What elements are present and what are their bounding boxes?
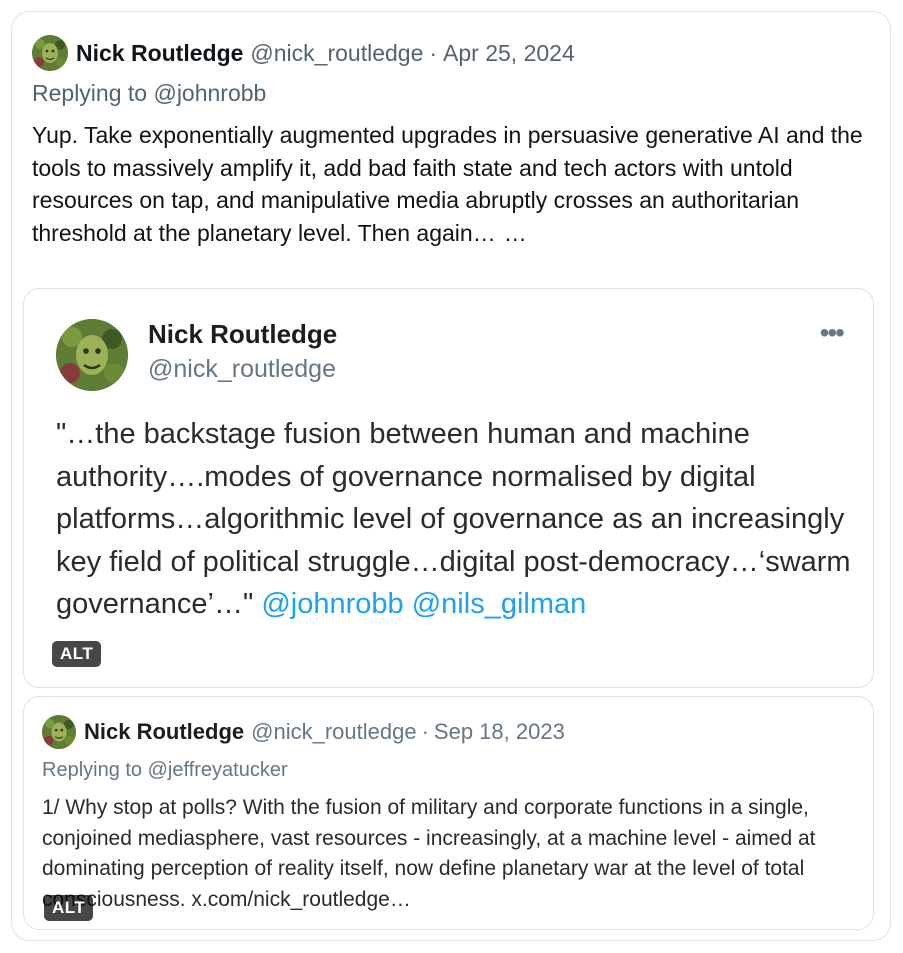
tweet-date[interactable]: Apr 25, 2024: [443, 40, 575, 67]
tweet-card[interactable]: Nick Routledge @nick_routledge · Apr 25,…: [11, 11, 891, 941]
tweet-header: Nick Routledge @nick_routledge · Apr 25,…: [32, 35, 575, 71]
show-more-ellipsis[interactable]: …: [504, 220, 527, 246]
image-quote-text: "…the backstage fusion between human and…: [56, 413, 856, 626]
author-handle[interactable]: @nick_routledge: [250, 40, 423, 67]
image2-header: Nick Routledge @nick_routledge · Sep 18,…: [42, 715, 565, 749]
replying-to-mention[interactable]: @johnrobb: [153, 80, 266, 106]
more-options-icon: •••: [819, 317, 845, 348]
alt-text-badge[interactable]: ALT: [44, 895, 94, 921]
attached-image-2[interactable]: Nick Routledge @nick_routledge · Sep 18,…: [23, 696, 874, 930]
portrait-avatar-icon[interactable]: [32, 35, 68, 71]
author-name[interactable]: Nick Routledge: [76, 40, 243, 67]
quote-mention-1: @johnrobb: [261, 588, 404, 620]
image-author-handle: @nick_routledge: [148, 355, 336, 383]
attached-image-1[interactable]: Nick Routledge @nick_routledge ••• "…the…: [23, 288, 874, 688]
tweet-body-text: Yup. Take exponentially augmented upgrad…: [32, 122, 863, 246]
image2-author-handle: @nick_routledge: [251, 719, 417, 744]
portrait-avatar-icon: [42, 715, 76, 749]
image2-date: Sep 18, 2023: [433, 719, 565, 744]
image2-replying-mention: @jeffreyatucker: [147, 759, 288, 781]
image2-replying-to-line: Replying to @jeffreyatucker: [42, 759, 288, 782]
portrait-avatar-icon: [56, 319, 128, 391]
image2-separator-dot: ·: [421, 719, 429, 744]
tweet-text: Yup. Take exponentially augmented upgrad…: [32, 119, 877, 249]
replying-to-prefix: Replying to: [32, 80, 154, 106]
image-author-name: Nick Routledge: [148, 319, 338, 349]
quote-mention-2: @nils_gilman: [411, 588, 587, 620]
image2-replying-prefix: Replying to: [42, 759, 148, 781]
image2-author-name: Nick Routledge: [84, 719, 245, 744]
separator-dot: ·: [429, 39, 438, 66]
replying-to-line: Replying to @johnrobb: [32, 80, 266, 107]
image2-tweet-text: 1/ Why stop at polls? With the fusion of…: [42, 796, 816, 911]
alt-text-badge[interactable]: ALT: [52, 641, 102, 667]
